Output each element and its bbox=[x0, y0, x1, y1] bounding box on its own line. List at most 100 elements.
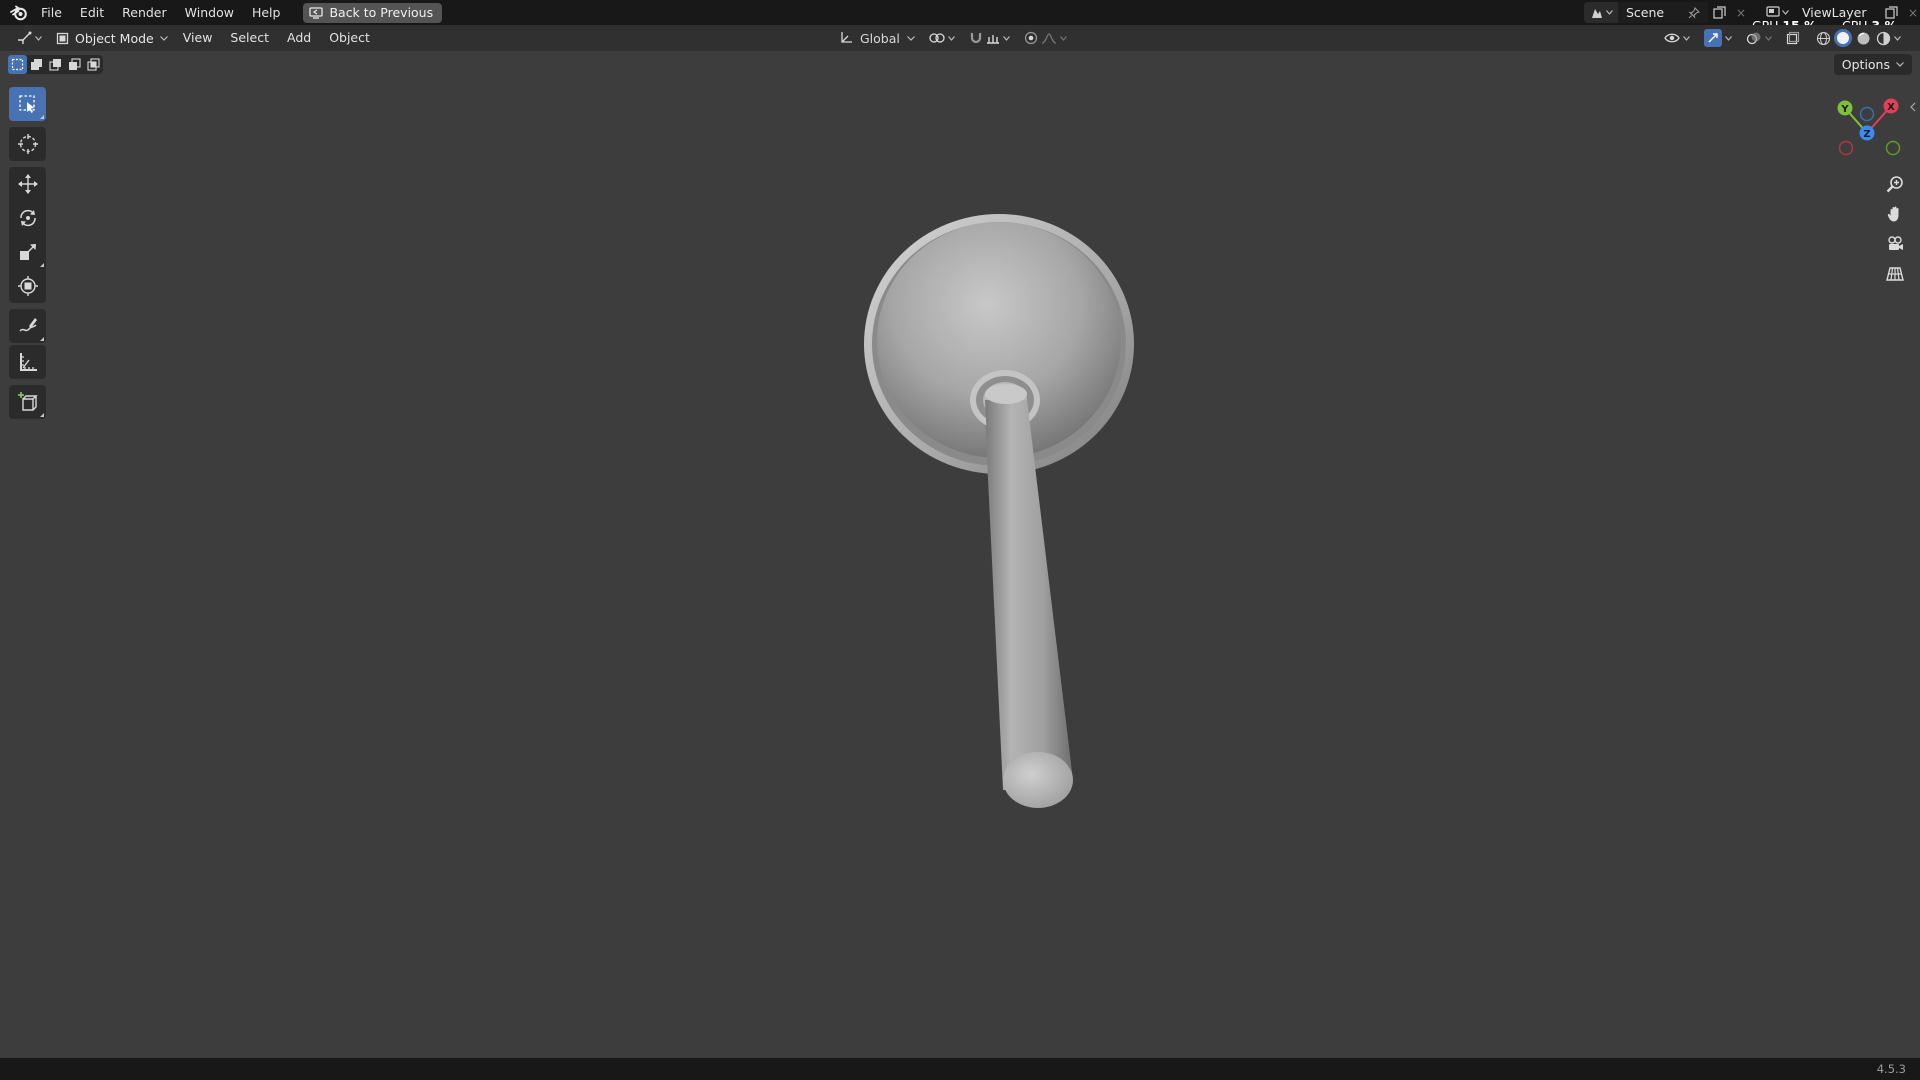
tool-annotate[interactable] bbox=[9, 309, 46, 343]
select-box-icon bbox=[18, 95, 35, 113]
rotate-icon bbox=[19, 209, 36, 227]
header-center-tools: Global bbox=[834, 25, 1072, 51]
tool-move[interactable] bbox=[9, 167, 46, 201]
add-cube-icon bbox=[17, 392, 38, 411]
grid-perspective-icon bbox=[1886, 267, 1904, 281]
rendered-sphere-icon bbox=[1876, 31, 1890, 45]
chevron-down-icon bbox=[159, 35, 168, 41]
rendered-shading-button[interactable] bbox=[1874, 29, 1892, 47]
scale-icon bbox=[19, 244, 36, 260]
select-new-icon bbox=[11, 58, 24, 71]
delete-view-layer-button[interactable]: × bbox=[1902, 2, 1920, 23]
chevron-down-icon bbox=[1683, 35, 1690, 41]
select-invert-button[interactable] bbox=[65, 55, 84, 74]
sidebar-collapse-arrow[interactable] bbox=[1910, 100, 1916, 115]
gizmo-x-label: X bbox=[1887, 102, 1895, 113]
solid-shading-button[interactable] bbox=[1834, 29, 1852, 47]
scene-name: Scene bbox=[1626, 5, 1665, 20]
camera-view-button[interactable] bbox=[1880, 230, 1910, 258]
wireframe-shading-button[interactable] bbox=[1814, 29, 1832, 47]
options-label: Options bbox=[1841, 57, 1890, 72]
tool-add-cube[interactable] bbox=[9, 385, 46, 419]
transform-orientation-select[interactable]: Global bbox=[834, 28, 920, 48]
new-scene-button[interactable] bbox=[1708, 2, 1730, 23]
scene-icon bbox=[1591, 8, 1602, 18]
gizmo-neg-y-handle[interactable] bbox=[1885, 140, 1901, 156]
transform-icon bbox=[17, 276, 38, 296]
tool-select-box[interactable] bbox=[9, 87, 46, 121]
chevron-down-icon bbox=[1896, 62, 1904, 67]
gizmo-neg-x-handle[interactable] bbox=[1838, 140, 1854, 156]
object-mode-icon bbox=[56, 32, 69, 44]
tool-transform[interactable] bbox=[9, 269, 46, 303]
blender-logo-icon[interactable] bbox=[6, 0, 32, 25]
magnet-icon bbox=[970, 33, 981, 44]
cursor-icon bbox=[17, 134, 38, 154]
snapping-toggle[interactable] bbox=[964, 28, 1015, 48]
editor-type-button[interactable] bbox=[12, 28, 46, 48]
viewport-header: Object Mode View Select Add Object Globa… bbox=[0, 25, 1920, 51]
shading-mode-group bbox=[1809, 28, 1906, 48]
gizmo-icon bbox=[1704, 29, 1722, 47]
menu-render[interactable]: Render bbox=[113, 0, 176, 25]
chevron-down-icon bbox=[1059, 35, 1067, 41]
chevron-down-icon bbox=[947, 35, 955, 41]
menu-file[interactable]: File bbox=[32, 0, 71, 25]
pivot-point-select[interactable] bbox=[924, 28, 960, 48]
visibility-select[interactable] bbox=[1659, 28, 1695, 48]
select-extend-button[interactable] bbox=[27, 55, 46, 74]
zoom-button[interactable] bbox=[1880, 170, 1910, 198]
pin-icon[interactable] bbox=[1688, 6, 1700, 19]
material-shading-button[interactable] bbox=[1854, 29, 1872, 47]
pan-button[interactable] bbox=[1880, 200, 1910, 228]
tool-scale[interactable] bbox=[9, 235, 46, 269]
chevron-down-icon bbox=[34, 35, 42, 41]
back-to-previous-button[interactable]: Back to Previous bbox=[303, 2, 443, 23]
snap-increment-icon bbox=[986, 35, 999, 44]
scene-name-field[interactable]: Scene bbox=[1618, 2, 1708, 23]
header-menu-view[interactable]: View bbox=[174, 25, 222, 51]
selection-mode-group bbox=[8, 55, 103, 74]
select-intersect-button[interactable] bbox=[84, 55, 103, 74]
select-new-button[interactable] bbox=[8, 55, 27, 74]
gizmo-z-label: Z bbox=[1863, 129, 1870, 140]
scene-selector: Scene × bbox=[1584, 2, 1752, 23]
gizmo-neg-z-handle[interactable] bbox=[1859, 106, 1875, 122]
transform-orientation-label: Global bbox=[860, 30, 900, 46]
select-subtract-button[interactable] bbox=[46, 55, 65, 74]
solid-sphere-icon bbox=[1837, 32, 1849, 44]
interaction-mode-select[interactable]: Object Mode bbox=[50, 28, 174, 48]
toggle-perspective-button[interactable] bbox=[1880, 260, 1910, 288]
viewport-navigation-buttons bbox=[1880, 170, 1910, 288]
eye-icon bbox=[1664, 33, 1680, 43]
header-menu-object[interactable]: Object bbox=[320, 25, 379, 51]
tool-rotate[interactable] bbox=[9, 201, 46, 235]
header-menu-select[interactable]: Select bbox=[221, 25, 278, 51]
chevron-down-icon bbox=[1765, 35, 1772, 41]
overlays-toggle[interactable] bbox=[1741, 28, 1777, 48]
viewport-mesh-object[interactable] bbox=[860, 210, 1140, 820]
scene-browse-button[interactable] bbox=[1584, 2, 1618, 23]
chevron-down-icon[interactable] bbox=[1894, 35, 1901, 41]
navigation-gizmo[interactable]: Y X Z bbox=[1830, 96, 1904, 160]
blender-version: 4.5.3 bbox=[1876, 1062, 1906, 1076]
wireframe-sphere-icon bbox=[1816, 31, 1830, 45]
menu-help[interactable]: Help bbox=[243, 0, 290, 25]
hand-icon bbox=[1887, 206, 1899, 222]
tool-measure[interactable] bbox=[9, 345, 46, 379]
delete-scene-button[interactable]: × bbox=[1730, 2, 1752, 23]
select-extend-icon bbox=[31, 59, 42, 70]
gizmo-toggle[interactable] bbox=[1699, 28, 1737, 48]
menu-edit[interactable]: Edit bbox=[71, 0, 113, 25]
xray-toggle[interactable] bbox=[1781, 28, 1805, 48]
tool-cursor[interactable] bbox=[9, 127, 46, 161]
chevron-left-icon bbox=[1910, 102, 1916, 112]
menu-window[interactable]: Window bbox=[176, 0, 243, 25]
select-invert-icon bbox=[69, 58, 81, 70]
header-menu-add[interactable]: Add bbox=[278, 25, 320, 51]
proportional-editing-toggle[interactable] bbox=[1019, 28, 1072, 48]
chevron-down-icon bbox=[1605, 10, 1613, 15]
overlay-icon bbox=[1746, 32, 1761, 45]
move-icon bbox=[17, 174, 38, 194]
options-dropdown[interactable]: Options bbox=[1833, 54, 1912, 75]
